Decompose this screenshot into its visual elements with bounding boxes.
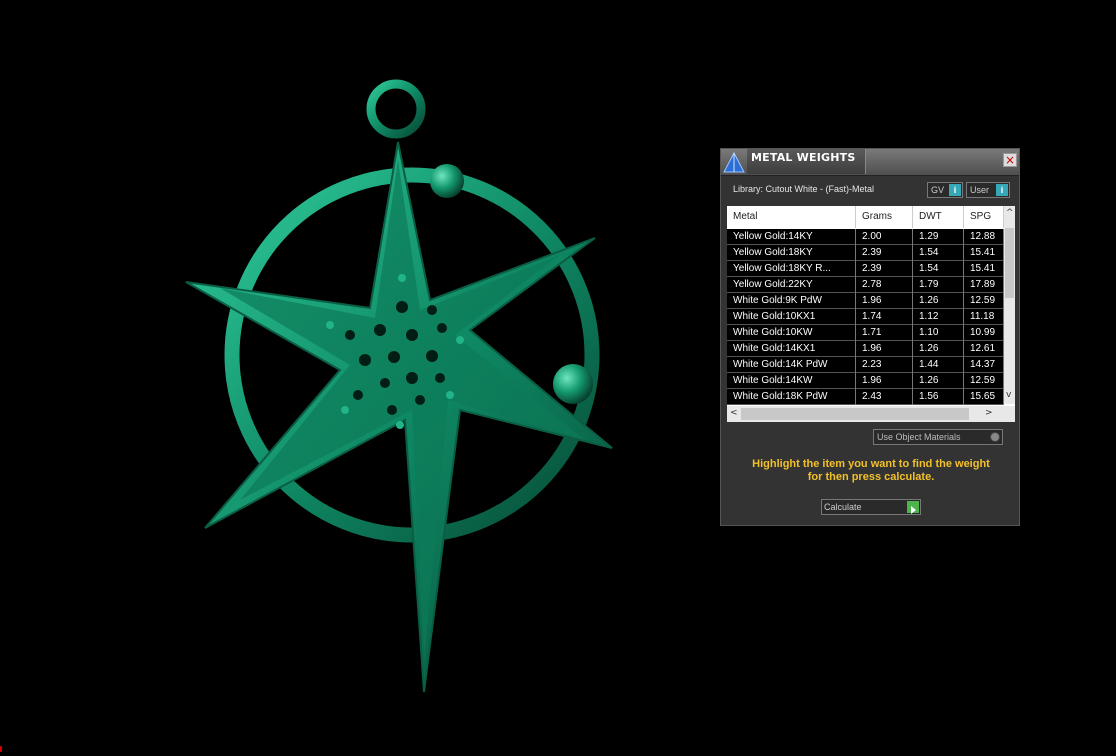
table-row[interactable]: White Gold:10KW 1.71 1.10 10.99 (727, 325, 1004, 341)
column-header-dwt[interactable]: DWT (913, 206, 964, 228)
table-cell: 14.37 (964, 357, 1004, 373)
table-cell: Yellow Gold:14KY (727, 229, 856, 245)
instruction-text: Highlight the item you want to find the … (731, 458, 1011, 484)
table-cell: 17.89 (964, 277, 1004, 293)
table-cell: 1.54 (913, 245, 964, 261)
vertical-scroll-thumb[interactable] (1005, 228, 1014, 298)
table-cell: White Gold:14KW (727, 373, 856, 389)
instruction-line-2: for then press calculate. (807, 471, 935, 483)
table-cell: 1.96 (856, 293, 913, 309)
table-cell: White Gold:14K PdW (727, 357, 856, 373)
pendant-model (185, 79, 613, 693)
table-cell: 2.39 (856, 261, 913, 277)
metal-table[interactable]: Metal Grams DWT SPG Yellow Gold:14KY 2.00… (727, 206, 1015, 422)
table-row[interactable]: White Gold:14KX1 1.96 1.26 12.61 (727, 341, 1004, 357)
column-header-spg[interactable]: SPG (964, 206, 1004, 228)
info-icon: i (949, 184, 961, 196)
close-icon: × (1004, 153, 1016, 167)
table-cell: 2.78 (856, 277, 913, 293)
table-row[interactable]: Yellow Gold:18KY R... 2.39 1.54 15.41 (727, 261, 1004, 277)
table-cell: 12.61 (964, 341, 1004, 357)
user-toggle[interactable]: User i (966, 182, 1010, 198)
table-cell: White Gold:10KX1 (727, 309, 856, 325)
table-cell: 12.59 (964, 373, 1004, 389)
scroll-down-icon[interactable]: v (1006, 390, 1011, 400)
table-cell: 2.00 (856, 229, 913, 245)
app-logo-icon (721, 149, 747, 175)
table-cell: 1.96 (856, 373, 913, 389)
table-cell: Yellow Gold:18KY R... (727, 261, 856, 277)
calculate-button[interactable]: Calculate (821, 499, 921, 515)
table-body: Yellow Gold:14KY 2.00 1.29 12.88 Yellow Gold… (727, 229, 1004, 405)
radio-icon[interactable] (990, 432, 1000, 442)
library-label: Library: Cutout White - (Fast)-Metal (733, 184, 875, 194)
table-row[interactable]: White Gold:14KW 1.96 1.26 12.59 (727, 373, 1004, 389)
table-row[interactable]: White Gold:18K PdW 2.43 1.56 15.65 (727, 389, 1004, 405)
table-cell: 1.56 (913, 389, 964, 405)
table-cell: 1.12 (913, 309, 964, 325)
table-cell: 1.29 (913, 229, 964, 245)
scroll-left-icon[interactable]: < (730, 408, 738, 418)
table-cell: 1.26 (913, 293, 964, 309)
info-icon: i (996, 184, 1008, 196)
panel-title: METAL WEIGHTS (751, 151, 856, 164)
gv-toggle-label: GV (931, 185, 945, 195)
table-cell: 1.26 (913, 341, 964, 357)
table-cell: 15.65 (964, 389, 1004, 405)
vertical-scrollbar[interactable]: ^ v (1004, 206, 1015, 404)
metal-weights-panel: METAL WEIGHTS × Library: Cutout White - … (720, 148, 1020, 526)
table-cell: White Gold:14KX1 (727, 341, 856, 357)
corner-marker (0, 746, 2, 752)
table-cell: Yellow Gold:18KY (727, 245, 856, 261)
table-cell: 12.88 (964, 229, 1004, 245)
calculate-label: Calculate (824, 502, 862, 512)
table-cell: 11.18 (964, 309, 1004, 325)
table-cell: 1.79 (913, 277, 964, 293)
table-cell: 15.41 (964, 245, 1004, 261)
table-cell: 2.43 (856, 389, 913, 405)
table-row[interactable]: Yellow Gold:14KY 2.00 1.29 12.88 (727, 229, 1004, 245)
table-cell: 1.26 (913, 373, 964, 389)
instruction-line-1: Highlight the item you want to find the … (752, 458, 990, 470)
column-header-metal[interactable]: Metal (727, 206, 856, 228)
table-cell: White Gold:18K PdW (727, 389, 856, 405)
table-cell: White Gold:10KW (727, 325, 856, 341)
play-arrow-icon (907, 501, 919, 514)
table-cell: White Gold:9K PdW (727, 293, 856, 309)
table-cell: Yellow Gold:22KY (727, 277, 856, 293)
table-cell: 1.10 (913, 325, 964, 341)
table-cell: 1.71 (856, 325, 913, 341)
user-toggle-label: User (970, 185, 990, 195)
panel-title-tab: METAL WEIGHTS (747, 149, 866, 174)
table-cell: 12.59 (964, 293, 1004, 309)
table-header: Metal Grams DWT SPG (727, 206, 1004, 228)
table-cell: 2.23 (856, 357, 913, 373)
table-row[interactable]: Yellow Gold:18KY 2.39 1.54 15.41 (727, 245, 1004, 261)
table-row[interactable]: White Gold:10KX1 1.74 1.12 11.18 (727, 309, 1004, 325)
use-object-materials-option[interactable]: Use Object Materials (873, 429, 1003, 445)
table-cell: 1.44 (913, 357, 964, 373)
table-row[interactable]: White Gold:9K PdW 1.96 1.26 12.59 (727, 293, 1004, 309)
horizontal-scroll-thumb[interactable] (741, 408, 969, 420)
scroll-right-icon[interactable]: > (985, 408, 993, 418)
table-cell: 1.96 (856, 341, 913, 357)
close-button[interactable]: × (1003, 153, 1017, 167)
panel-titlebar[interactable]: METAL WEIGHTS × (721, 149, 1019, 176)
table-cell: 15.41 (964, 261, 1004, 277)
column-header-grams[interactable]: Grams (856, 206, 913, 228)
horizontal-scrollbar[interactable]: < > (727, 406, 1015, 422)
3d-viewport[interactable] (0, 0, 700, 752)
gv-toggle[interactable]: GV i (927, 182, 963, 198)
table-row[interactable]: White Gold:14K PdW 2.23 1.44 14.37 (727, 357, 1004, 373)
table-cell: 1.74 (856, 309, 913, 325)
table-row[interactable]: Yellow Gold:22KY 2.78 1.79 17.89 (727, 277, 1004, 293)
scroll-up-icon[interactable]: ^ (1006, 208, 1014, 218)
table-cell: 2.39 (856, 245, 913, 261)
table-cell: 10.99 (964, 325, 1004, 341)
use-object-materials-label: Use Object Materials (877, 432, 961, 442)
table-cell: 1.54 (913, 261, 964, 277)
